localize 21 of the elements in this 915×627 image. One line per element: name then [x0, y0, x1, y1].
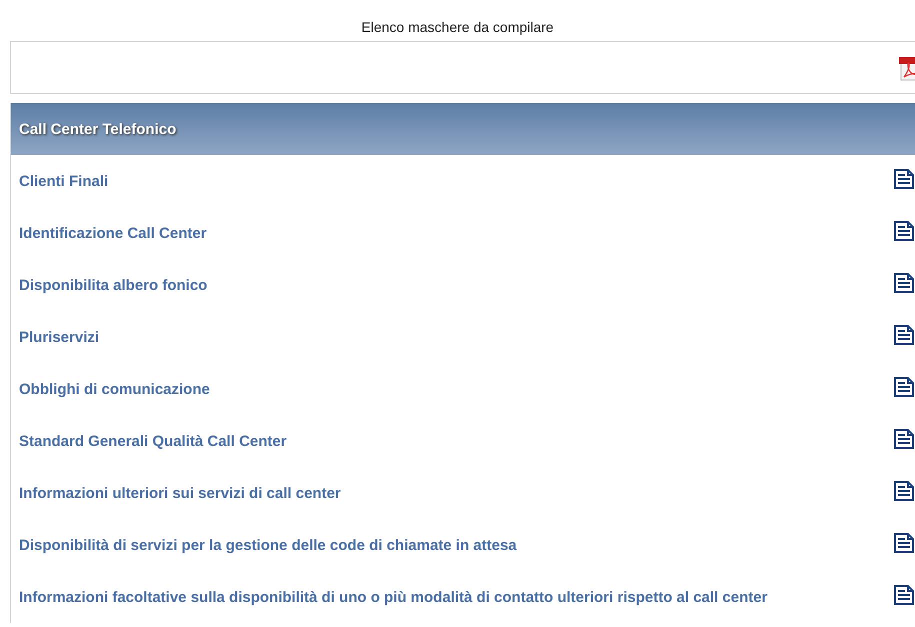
- document-icon[interactable]: [893, 272, 915, 294]
- document-icon[interactable]: [893, 220, 915, 242]
- form-link[interactable]: Informazioni ulteriori sui servizi di call center: [19, 484, 881, 502]
- form-link[interactable]: Informazioni facoltative sulla disponibilità di uno o più modalità di contatto ulteriori rispetto al call center: [19, 588, 881, 606]
- document-icon[interactable]: [893, 532, 915, 554]
- form-link[interactable]: Identificazione Call Center: [19, 224, 881, 242]
- page-title: Elenco maschere da compilare: [360, 18, 555, 37]
- document-icon[interactable]: [893, 480, 915, 502]
- form-link[interactable]: Disponibilita albero fonico: [19, 276, 881, 294]
- document-icon[interactable]: [893, 376, 915, 398]
- pdf-icon[interactable]: [897, 54, 915, 80]
- form-link[interactable]: Standard Generali Qualità Call Center: [19, 432, 881, 450]
- form-link[interactable]: Clienti Finali: [19, 172, 881, 190]
- section-header: Call Center Telefonico: [11, 103, 915, 155]
- document-icon[interactable]: [893, 168, 915, 190]
- document-icon[interactable]: [893, 584, 915, 606]
- form-link[interactable]: Disponibilità di servizi per la gestione delle code di chiamate in attesa: [19, 536, 881, 554]
- form-link[interactable]: Obblighi di comunicazione: [19, 380, 881, 398]
- form-link[interactable]: Pluriservizi: [19, 328, 881, 346]
- document-icon[interactable]: [893, 428, 915, 450]
- document-icon[interactable]: [893, 324, 915, 346]
